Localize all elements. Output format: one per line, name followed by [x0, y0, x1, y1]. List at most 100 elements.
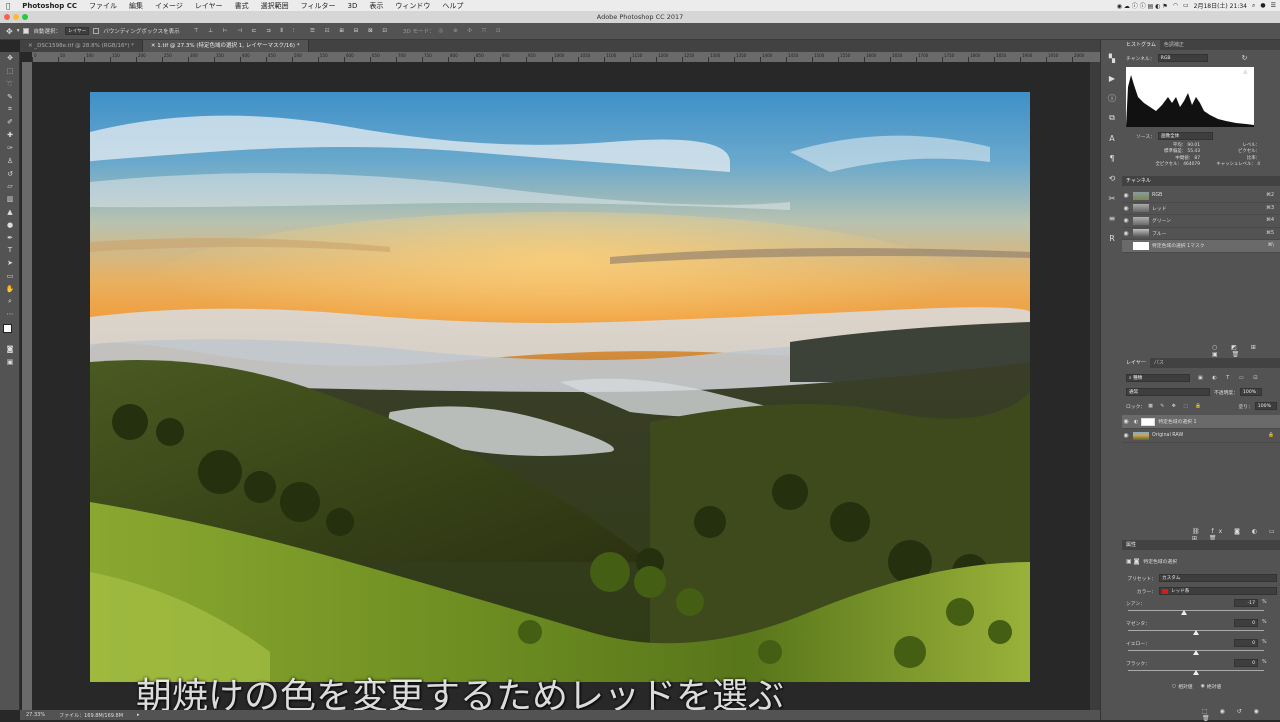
layer-row-original-raw[interactable]: ◉ Original RAW 🔒 [1122, 429, 1280, 443]
battery-icon[interactable]: ▭ [1183, 2, 1189, 9]
channel-actions[interactable]: ○ ◩ ⊞ ▣ 🗑 [1212, 344, 1280, 358]
channel-row-green[interactable]: ◉ グリーン ⌘4 [1122, 215, 1280, 228]
crop-tool-icon[interactable]: ⌗ [0, 103, 20, 116]
status-menu-icon[interactable]: ▸ [137, 712, 140, 718]
paragraph-panel-icon[interactable]: ¶ [1101, 148, 1123, 168]
eye-icon[interactable]: ◉ [1122, 217, 1130, 224]
tab-layers[interactable]: レイヤー [1122, 358, 1150, 368]
color-select[interactable]: レッド系 [1159, 587, 1277, 595]
adjustments-icon[interactable]: R [1101, 228, 1123, 248]
channel-select[interactable]: RGB [1157, 54, 1208, 62]
menu-edit[interactable]: 編集 [123, 1, 149, 11]
zoom-tool-icon[interactable]: ⌕ [0, 295, 20, 308]
slider-value-field[interactable]: -17 [1234, 599, 1258, 607]
layer-mask-thumbnail[interactable] [1141, 417, 1156, 426]
tab-paths[interactable]: パス [1150, 358, 1168, 368]
slider-value-field[interactable]: 0 [1234, 619, 1258, 627]
minimize-window-button[interactable] [13, 14, 19, 20]
canvas-area[interactable]: 朝焼けの色を変更するためレッドを選ぶ [32, 62, 1090, 717]
healing-brush-tool-icon[interactable]: ✚ [0, 129, 20, 142]
eye-icon[interactable]: ◉ [1122, 205, 1130, 212]
opacity-field[interactable]: 100% [1240, 388, 1262, 396]
character-panel-icon[interactable]: A [1101, 128, 1123, 148]
eye-icon[interactable]: ◉ [1122, 230, 1130, 237]
more-tools-icon[interactable]: ⋯ [0, 308, 20, 321]
blend-mode-select[interactable]: 通常 [1126, 388, 1210, 396]
menu-window[interactable]: ウィンドウ [389, 1, 436, 11]
canvas-vertical-scrollbar[interactable] [1090, 62, 1100, 710]
eye-icon[interactable]: ◉ [1122, 432, 1130, 439]
wifi-icon[interactable]: ◠ [1173, 2, 1178, 9]
lasso-tool-icon[interactable]: ➰ [0, 78, 20, 91]
eye-icon[interactable]: ◉ [1122, 418, 1130, 425]
slider-knob[interactable] [1193, 650, 1199, 655]
menu-layer[interactable]: レイヤー [189, 1, 229, 11]
color-swatches[interactable] [0, 321, 19, 343]
move-tool-icon[interactable]: ✥ [0, 52, 20, 65]
auto-select-target-select[interactable]: レイヤー [64, 27, 90, 35]
zoom-level[interactable]: 27.33% [26, 712, 45, 718]
blur-tool-icon[interactable]: ▲ [0, 206, 20, 219]
layer-comps-icon[interactable]: ⧉ [1101, 108, 1123, 128]
rectangle-tool-icon[interactable]: ▭ [0, 270, 20, 283]
eyedropper-tool-icon[interactable]: ✐ [0, 116, 20, 129]
channel-row-rgb[interactable]: ◉ RGB ⌘2 [1122, 190, 1280, 203]
pen-tool-icon[interactable]: ✒ [0, 231, 20, 244]
file-size-info[interactable]: ファイル：169.8M/169.8M [59, 712, 123, 719]
refresh-icon[interactable]: ↻ [1242, 54, 1248, 62]
tool-preset-dropdown[interactable]: ▾ [17, 28, 20, 34]
menu-filter[interactable]: フィルター [295, 1, 342, 11]
quick-select-tool-icon[interactable]: ✎ [0, 90, 20, 103]
channel-row-blue[interactable]: ◉ ブルー ⌘5 [1122, 228, 1280, 240]
screen-mode-icon[interactable]: ▣ [0, 356, 20, 369]
dodge-tool-icon[interactable]: ● [0, 218, 20, 231]
status-icons[interactable]: ◉ ☁ ⓘ ⓘ ▤ ◐ ⚑ [1117, 1, 1168, 10]
type-tool-icon[interactable]: T [0, 244, 20, 257]
menu-view[interactable]: 表示 [363, 1, 389, 11]
channels-panel-header[interactable]: チャンネル [1122, 176, 1280, 186]
source-select[interactable]: 画像全体 [1157, 132, 1213, 140]
history-panel-icon[interactable]: ⟲ [1101, 168, 1123, 188]
show-bbox-checkbox[interactable] [93, 28, 100, 34]
fill-field[interactable]: 100% [1254, 402, 1277, 410]
absolute-radio[interactable]: ◉ [1201, 684, 1205, 689]
menu-help[interactable]: ヘルプ [436, 1, 469, 11]
path-select-tool-icon[interactable]: ➤ [0, 257, 20, 270]
menu-3d[interactable]: 3D [342, 2, 364, 10]
layer-filter-select[interactable]: ⌕ 種類 [1126, 374, 1190, 382]
info-panel-icon[interactable]: ⓘ [1101, 88, 1123, 108]
actions-panel-icon[interactable]: ▶ [1101, 68, 1123, 88]
user-icon[interactable]: ● [1260, 2, 1265, 9]
slider-knob[interactable] [1181, 610, 1188, 615]
slider-knob[interactable] [1193, 630, 1199, 635]
channel-row-mask[interactable]: 特定色域の選択 1マスク ⌘\ [1122, 240, 1280, 253]
libraries-icon[interactable]: ≡ [1101, 208, 1123, 228]
clone-stamp-tool-icon[interactable]: ♙ [0, 154, 20, 167]
gradient-tool-icon[interactable]: ▥ [0, 193, 20, 206]
history-brush-tool-icon[interactable]: ↺ [0, 167, 20, 180]
close-window-button[interactable] [4, 14, 10, 20]
preset-select[interactable]: カスタム [1159, 574, 1277, 582]
tools-preset-icon[interactable]: ✂ [1101, 188, 1123, 208]
tab-adjustments[interactable]: 色調補正 [1160, 40, 1188, 50]
channel-row-red[interactable]: ◉ レッド ⌘3 [1122, 203, 1280, 215]
slider-knob[interactable] [1193, 670, 1199, 675]
slider-value-field[interactable]: 0 [1234, 659, 1258, 667]
tab-document-2[interactable]: ✕ 1.tif @ 27.3% (特定色域の選択 1, レイヤーマスク/16) … [142, 40, 309, 52]
histogram-panel-icon[interactable]: ▚ [1101, 48, 1123, 68]
zoom-window-button[interactable] [22, 14, 28, 20]
align-icons[interactable]: ⊤ ⊥ ⊢ ⊣ ⊏ ⊐ ⫴ ⫶ [194, 28, 298, 35]
properties-panel-header[interactable]: 属性 [1122, 540, 1280, 550]
relative-radio[interactable]: ○ [1172, 684, 1176, 689]
menu-type[interactable]: 書式 [229, 1, 255, 11]
apple-icon[interactable]:  [0, 2, 16, 10]
quick-mask-icon[interactable]: ◙ [0, 343, 20, 356]
menu-file[interactable]: ファイル [83, 1, 123, 11]
tab-histogram[interactable]: ヒストグラム [1122, 40, 1160, 50]
hand-tool-icon[interactable]: ✋ [0, 282, 20, 295]
brush-tool-icon[interactable]: ✑ [0, 142, 20, 155]
auto-select-checkbox[interactable] [23, 28, 30, 34]
foreground-color-swatch[interactable] [3, 323, 12, 333]
distribute-icons[interactable]: ☰ ☷ ⊞ ⊟ ⊠ ⊡ [310, 28, 391, 34]
lock-icons[interactable]: ▦ ✎ ✥ ⬚ 🔒 [1148, 404, 1204, 409]
